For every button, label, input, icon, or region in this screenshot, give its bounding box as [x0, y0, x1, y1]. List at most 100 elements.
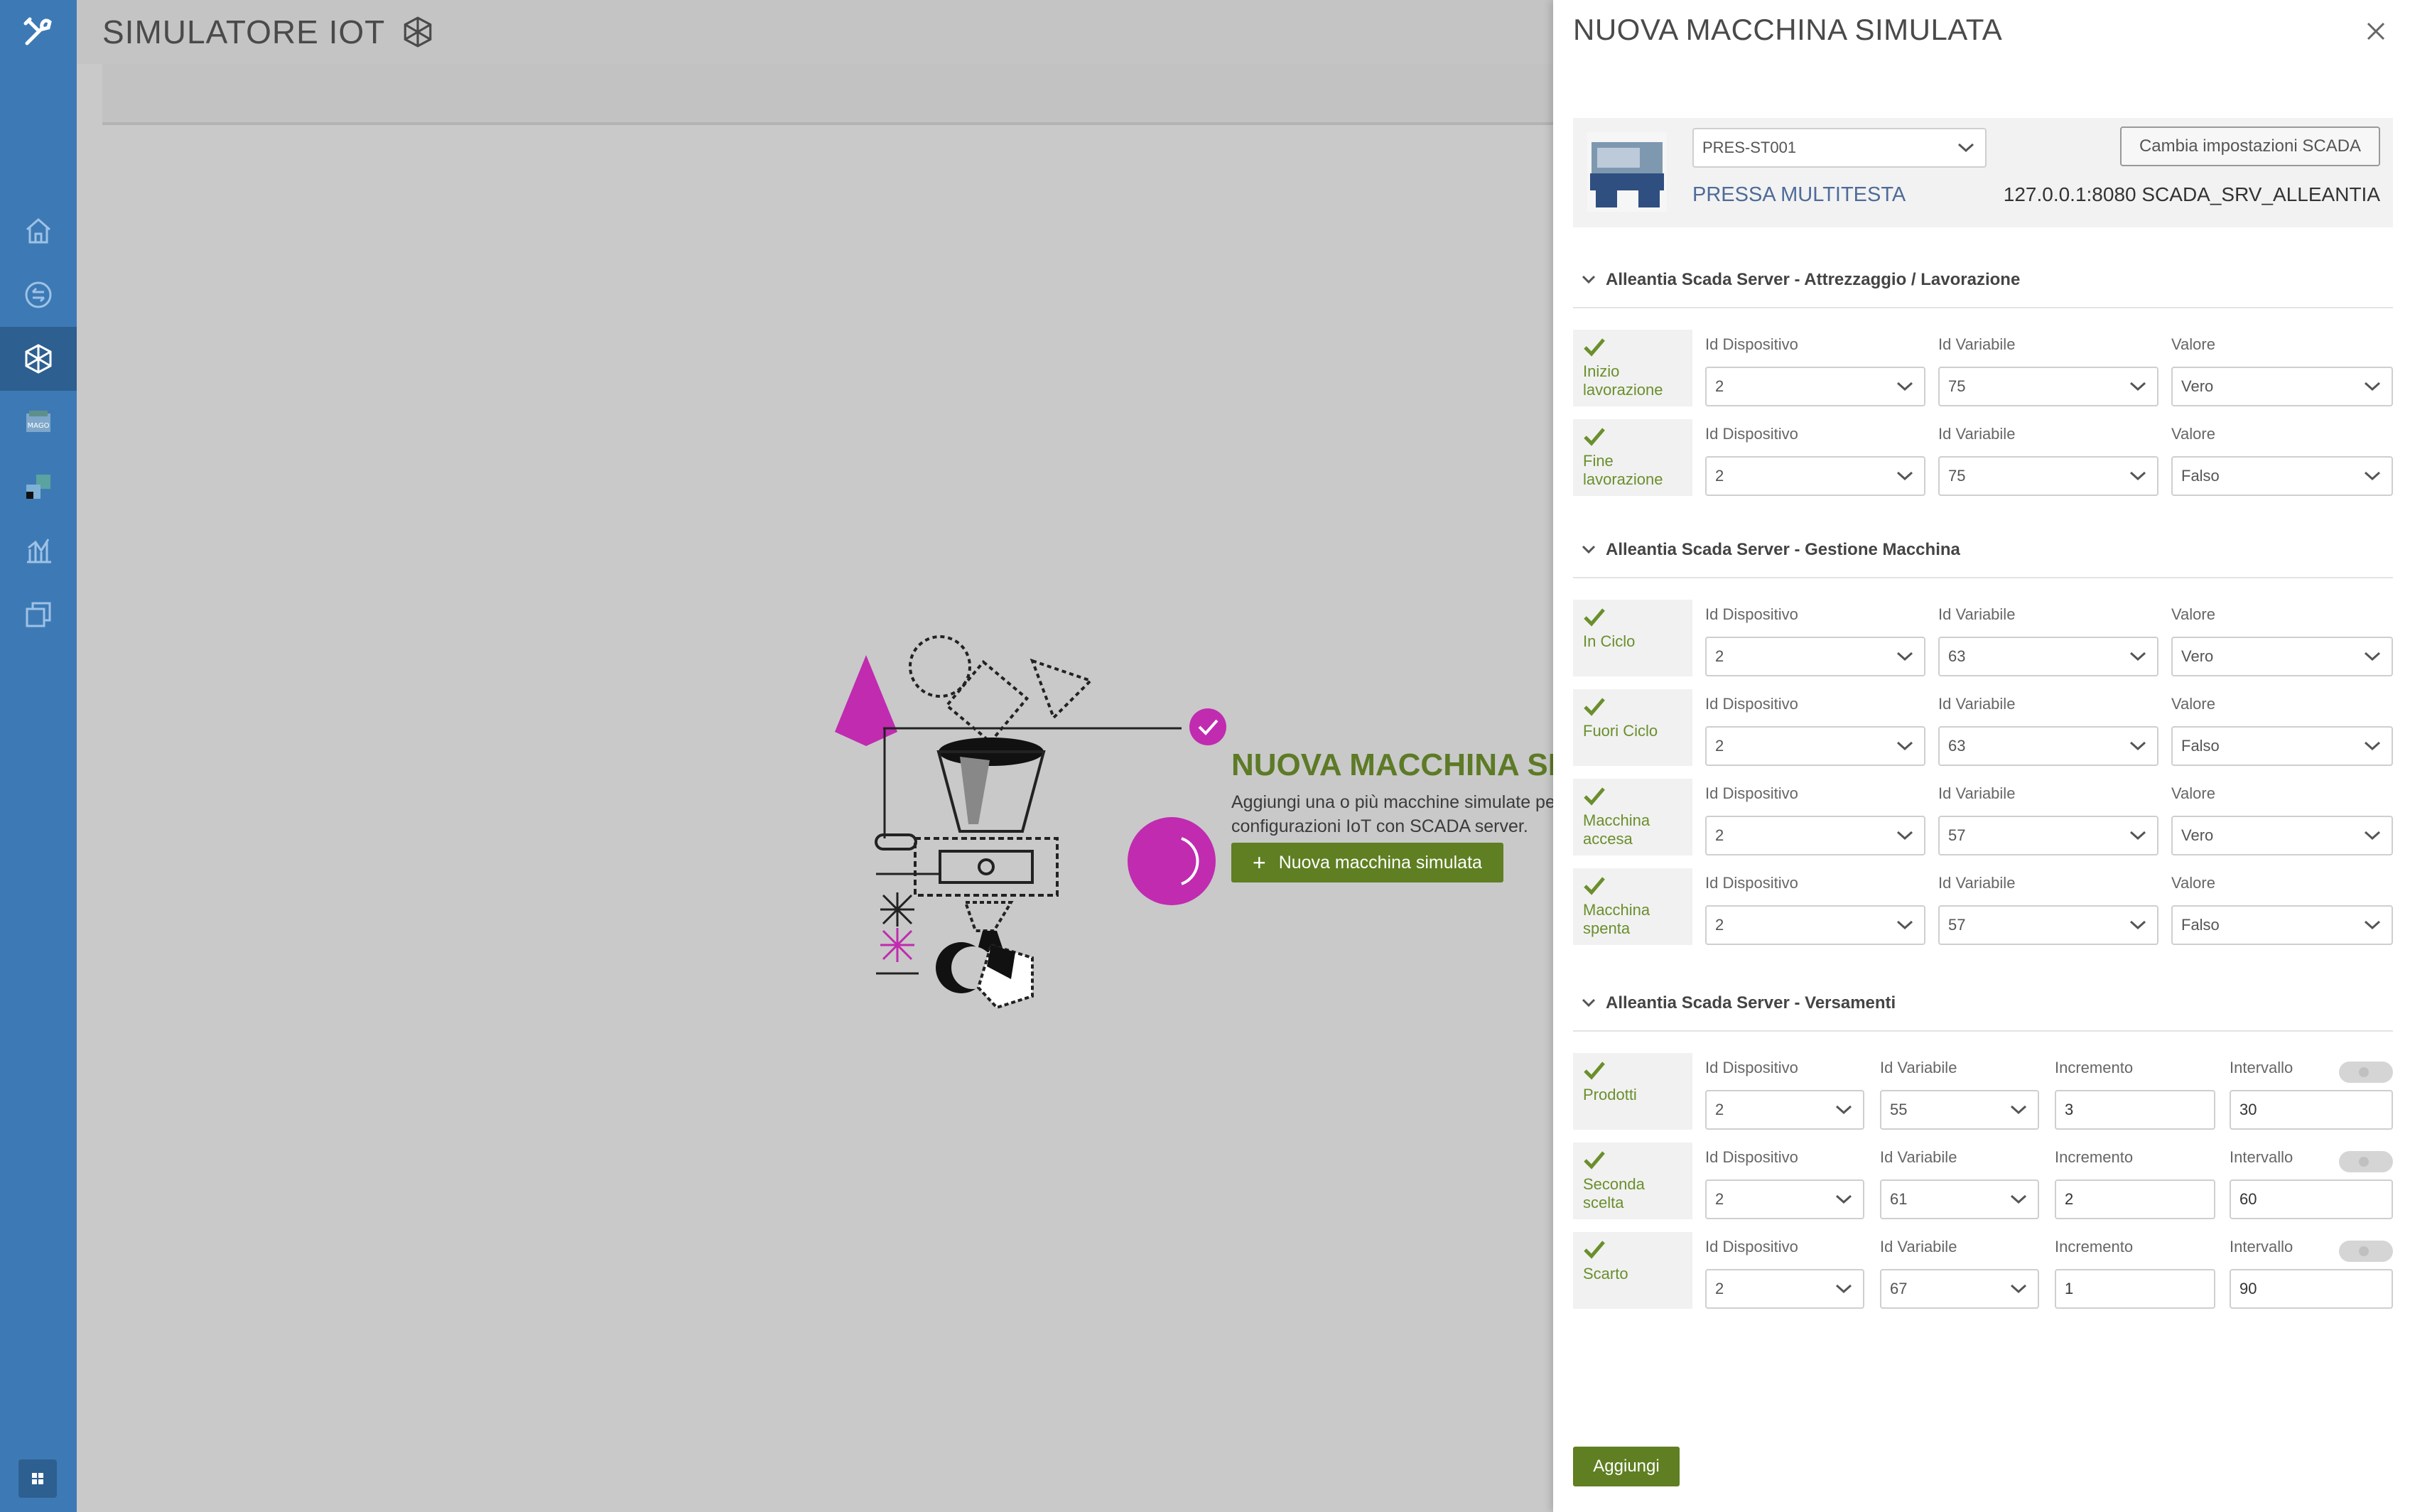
variable-select[interactable]: 75 — [1938, 367, 2158, 406]
increment-caption: Incremento — [2055, 1238, 2134, 1256]
chevron-down-icon — [1835, 1105, 1852, 1115]
section-divider — [1573, 577, 2393, 578]
chevron-down-icon — [1957, 143, 1974, 153]
machine-select[interactable]: PRES-ST001 — [1692, 128, 1987, 168]
device-select[interactable]: 2 — [1705, 637, 1925, 676]
check-icon — [1584, 608, 1605, 627]
cube-network-icon[interactable] — [0, 327, 77, 391]
empty-state-illustration — [835, 635, 1226, 1010]
value-select-value: Falso — [2181, 467, 2220, 485]
chevron-down-icon — [2364, 920, 2381, 930]
chevron-down-icon — [1835, 1194, 1852, 1204]
increment-input[interactable]: 2 — [2055, 1179, 2215, 1219]
chevron-down-icon — [1896, 471, 1913, 481]
value-select[interactable]: Vero — [2171, 816, 2393, 855]
section-header[interactable]: Alleantia Scada Server - Attrezzaggio / … — [1582, 270, 2020, 290]
variable-select-value: 57 — [1948, 916, 1966, 934]
add-button[interactable]: Aggiungi — [1573, 1447, 1680, 1486]
machine-name: PRESSA MULTITESTA — [1692, 183, 1906, 206]
row-label-text: Macchina accesa — [1583, 811, 1650, 848]
row-label: Fine lavorazione — [1573, 419, 1692, 496]
variable-select[interactable]: 61 — [1880, 1179, 2039, 1219]
chevron-down-icon — [2129, 382, 2146, 392]
tools-icon[interactable] — [0, 0, 77, 64]
increment-input[interactable]: 1 — [2055, 1269, 2215, 1309]
variable-select[interactable]: 67 — [1880, 1269, 2039, 1309]
variable-select-value: 75 — [1948, 467, 1966, 485]
device-select[interactable]: 2 — [1705, 816, 1925, 855]
chevron-down-icon — [2129, 920, 2146, 930]
chevron-down-icon — [2129, 831, 2146, 841]
variable-caption: Id Variabile — [1880, 1148, 1957, 1166]
value-select[interactable]: Vero — [2171, 637, 2393, 676]
interval-input[interactable]: 90 — [2230, 1269, 2393, 1309]
device-caption: Id Dispositivo — [1705, 784, 1798, 802]
chevron-down-icon — [2129, 652, 2146, 662]
device-caption: Id Dispositivo — [1705, 1238, 1798, 1256]
value-select-value: Falso — [2181, 916, 2220, 934]
apps-icon[interactable] — [18, 1459, 57, 1498]
increment-caption: Incremento — [2055, 1148, 2134, 1166]
chevron-down-icon — [2364, 471, 2381, 481]
variable-caption: Id Variabile — [1938, 425, 2016, 443]
check-icon — [1584, 1151, 1605, 1170]
device-caption: Id Dispositivo — [1705, 695, 1798, 713]
variable-select[interactable]: 55 — [1880, 1090, 2039, 1130]
check-icon — [1584, 428, 1605, 446]
interval-toggle[interactable] — [2339, 1241, 2393, 1262]
event-row: Prodotti Id Dispositivo 2 Id Variabile 55 Inc… — [1573, 1053, 2393, 1135]
interval-input[interactable]: 30 — [2230, 1090, 2393, 1130]
device-select[interactable]: 2 — [1705, 1269, 1864, 1309]
check-icon — [1584, 877, 1605, 895]
machine-select-value: PRES-ST001 — [1702, 139, 1797, 156]
value-caption: Valore — [2171, 695, 2215, 713]
change-scada-settings-button[interactable]: Cambia impostazioni SCADA — [2120, 126, 2380, 166]
value-select[interactable]: Falso — [2171, 905, 2393, 945]
variable-select[interactable]: 57 — [1938, 905, 2158, 945]
device-select[interactable]: 2 — [1705, 367, 1925, 406]
increment-input[interactable]: 3 — [2055, 1090, 2215, 1130]
interval-toggle[interactable] — [2339, 1151, 2393, 1172]
value-select-value: Vero — [2181, 377, 2214, 395]
value-select[interactable]: Vero — [2171, 367, 2393, 406]
device-select-value: 2 — [1715, 1280, 1724, 1297]
chevron-down-icon — [1896, 920, 1913, 930]
mago-icon[interactable]: MAGO — [0, 391, 77, 455]
device-select[interactable]: 2 — [1705, 456, 1925, 496]
device-select[interactable]: 2 — [1705, 1090, 1864, 1130]
sidebar: MAGO — [0, 0, 77, 1512]
section-title: Alleantia Scada Server - Gestione Macchi… — [1606, 540, 1960, 559]
app-root: MAGO SIMULATORE IOT NUOVA MACCHINA SIMUL… — [0, 0, 2410, 1512]
section-header[interactable]: Alleantia Scada Server - Gestione Macchi… — [1582, 540, 1960, 560]
variable-select-value: 63 — [1948, 737, 1966, 755]
device-select[interactable]: 2 — [1705, 905, 1925, 945]
interval-input[interactable]: 60 — [2230, 1179, 2393, 1219]
value-select[interactable]: Falso — [2171, 456, 2393, 496]
row-label-text: Macchina spenta — [1583, 901, 1650, 937]
value-caption: Valore — [2171, 784, 2215, 802]
interval-caption: Intervallo — [2230, 1059, 2293, 1076]
cube-network-icon — [404, 16, 432, 48]
grid-icon[interactable] — [0, 455, 77, 519]
value-select[interactable]: Falso — [2171, 726, 2393, 766]
interval-toggle[interactable] — [2339, 1062, 2393, 1083]
home-icon[interactable] — [0, 199, 77, 263]
section-header[interactable]: Alleantia Scada Server - Versamenti — [1582, 993, 1896, 1013]
new-simulated-machine-button[interactable]: + Nuova macchina simulata — [1231, 843, 1503, 882]
close-icon[interactable] — [2362, 17, 2390, 45]
variable-select[interactable]: 57 — [1938, 816, 2158, 855]
device-select-value: 2 — [1715, 916, 1724, 934]
device-select[interactable]: 2 — [1705, 1179, 1864, 1219]
variable-select[interactable]: 75 — [1938, 456, 2158, 496]
event-row: Fine lavorazione Id Dispositivo 2 Id Variab… — [1573, 419, 2393, 502]
machine-thumbnail — [1587, 132, 1667, 212]
section-divider — [1573, 307, 2393, 308]
swap-icon[interactable] — [0, 263, 77, 327]
variable-select[interactable]: 63 — [1938, 637, 2158, 676]
variable-select[interactable]: 63 — [1938, 726, 2158, 766]
copy-icon[interactable] — [0, 583, 77, 647]
device-select[interactable]: 2 — [1705, 726, 1925, 766]
chevron-down-icon — [1582, 545, 1596, 554]
check-icon — [1584, 698, 1605, 716]
chart-icon[interactable] — [0, 519, 77, 583]
